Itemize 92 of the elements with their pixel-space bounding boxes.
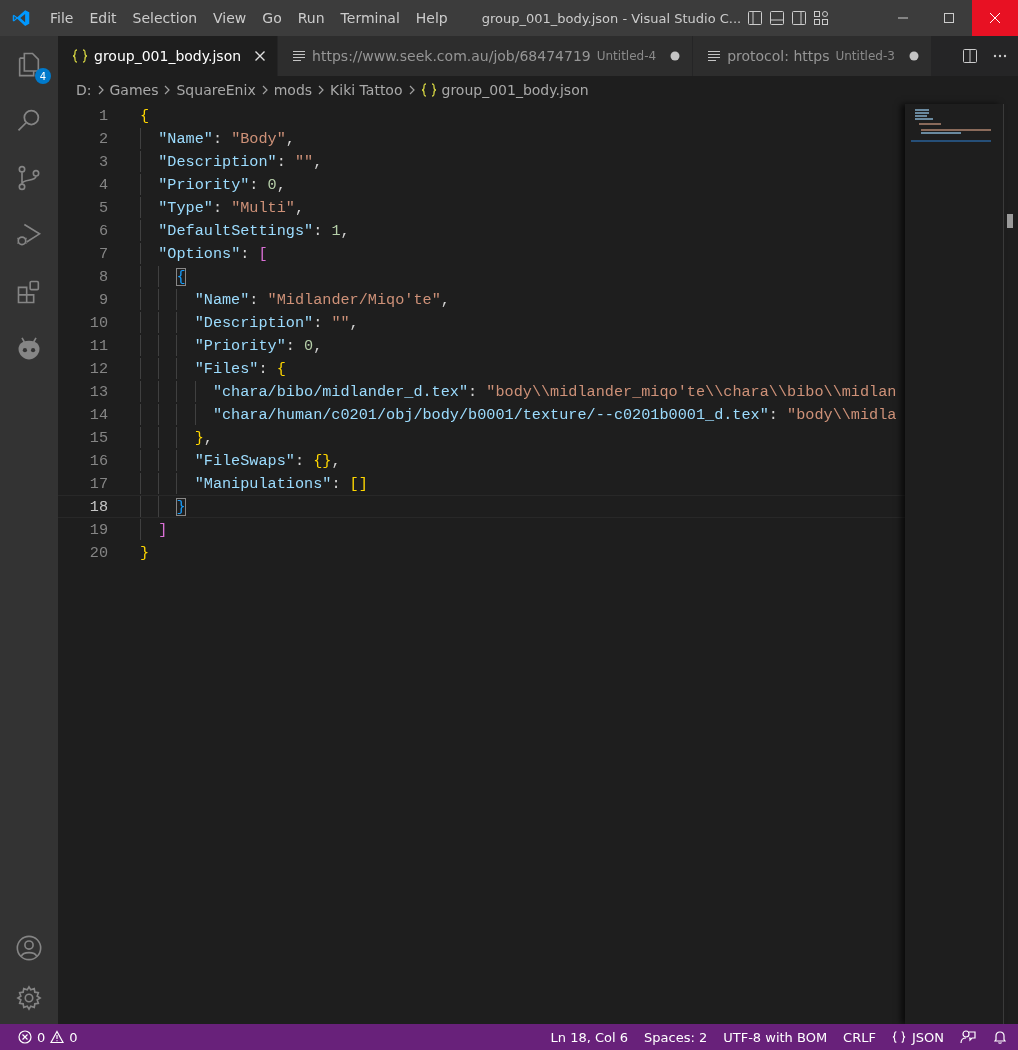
code-line: "Name": "Body", bbox=[158, 129, 295, 148]
code-line: "Files": { bbox=[194, 359, 286, 378]
code-line: { bbox=[140, 106, 150, 125]
code-line: "Description": "", bbox=[194, 313, 359, 332]
close-icon[interactable] bbox=[253, 49, 268, 63]
error-icon bbox=[18, 1030, 32, 1044]
breadcrumb-item[interactable]: Kiki Tattoo bbox=[330, 82, 403, 98]
menu-item[interactable]: Go bbox=[254, 10, 290, 26]
code-line: "DefaultSettings": 1, bbox=[158, 221, 350, 240]
line-number: 16 bbox=[88, 451, 108, 470]
maximize-icon bbox=[944, 13, 954, 23]
chevron-icon bbox=[260, 84, 269, 96]
code-line: { bbox=[176, 267, 186, 286]
line-number: 17 bbox=[88, 474, 108, 493]
account-icon[interactable] bbox=[15, 934, 43, 962]
line-number: 1 bbox=[97, 106, 108, 125]
line-number: 6 bbox=[97, 221, 108, 240]
line-number: 11 bbox=[88, 336, 108, 355]
line-number: 9 bbox=[97, 290, 108, 309]
line-number: 14 bbox=[88, 405, 108, 424]
code-line: } bbox=[140, 543, 150, 562]
code-line: "Description": "", bbox=[158, 152, 323, 171]
menu-item[interactable]: View bbox=[205, 10, 255, 26]
feedback-icon[interactable] bbox=[960, 1029, 976, 1045]
customize-layout-icon[interactable] bbox=[813, 10, 830, 26]
code-line: } bbox=[176, 497, 186, 516]
line-number: 4 bbox=[97, 175, 108, 194]
status-item[interactable]: Spaces: 2 bbox=[644, 1029, 708, 1045]
line-number: 3 bbox=[97, 152, 108, 171]
code-line: "Options": [ bbox=[158, 244, 268, 263]
line-number: 12 bbox=[88, 359, 108, 378]
code-line: "chara/human/c0201/obj/body/b0001/texture/--c0201b0001_d.tex": "body\\midla bbox=[212, 405, 897, 424]
json-braces-icon bbox=[891, 1030, 906, 1044]
chevron-icon bbox=[317, 84, 326, 96]
line-number: 7 bbox=[97, 244, 108, 263]
warning-icon bbox=[50, 1030, 65, 1044]
code-line: "FileSwaps": {}, bbox=[194, 451, 341, 470]
close-icon bbox=[990, 13, 1000, 23]
language-mode[interactable]: JSON bbox=[911, 1029, 944, 1045]
chevron-icon bbox=[407, 84, 416, 96]
breadcrumb-item[interactable]: D: bbox=[76, 82, 92, 98]
scrollbar-thumb[interactable] bbox=[1007, 214, 1013, 228]
json-file-icon bbox=[420, 83, 437, 97]
code-line: }, bbox=[194, 428, 213, 447]
warning-count[interactable]: 0 bbox=[69, 1029, 78, 1045]
toggle-secondary-sidebar-icon[interactable] bbox=[791, 10, 808, 26]
error-count[interactable]: 0 bbox=[37, 1029, 46, 1045]
breadcrumb-item[interactable]: mods bbox=[273, 82, 313, 98]
menu-item[interactable]: Terminal bbox=[332, 10, 408, 26]
code-line: "chara/bibo/midlander_d.tex": "body\\midlander_miqo'te\\chara\\bibo\\midlan bbox=[212, 382, 897, 401]
split-editor-icon[interactable] bbox=[962, 48, 978, 64]
menu-item[interactable]: Selection bbox=[124, 10, 206, 26]
text-file-icon bbox=[707, 50, 722, 62]
line-number: 19 bbox=[88, 520, 108, 539]
json-file-icon bbox=[72, 49, 88, 63]
code-line: "Priority": 0, bbox=[158, 175, 286, 194]
line-number: 20 bbox=[88, 543, 108, 562]
breadcrumb-item[interactable]: Games bbox=[109, 82, 159, 98]
app-logo-icon bbox=[12, 9, 30, 27]
menu-item[interactable]: Edit bbox=[81, 10, 125, 26]
line-number: 5 bbox=[97, 198, 108, 217]
status-item[interactable]: Ln 18, Col 6 bbox=[550, 1029, 629, 1045]
line-number: 13 bbox=[88, 382, 108, 401]
bell-icon[interactable] bbox=[992, 1029, 1008, 1045]
breadcrumb-item[interactable]: SquareEnix bbox=[176, 82, 256, 98]
chevron-icon bbox=[163, 84, 172, 96]
code-line: "Type": "Multi", bbox=[158, 198, 305, 217]
code-line: "Name": "Midlander/Miqo'te", bbox=[194, 290, 450, 309]
line-number: 8 bbox=[97, 267, 108, 286]
code-line: "Priority": 0, bbox=[194, 336, 323, 355]
status-item[interactable]: UTF-8 with BOM bbox=[723, 1029, 828, 1045]
menu-item[interactable]: File bbox=[42, 10, 82, 26]
line-number: 15 bbox=[88, 428, 108, 447]
window-title: group_001_body.json - Visual Studio C... bbox=[481, 10, 742, 26]
editor-tab[interactable]: group_001_body.json bbox=[58, 36, 279, 76]
editor-tab[interactable]: https://www.seek.com.au/job/68474719 Untitled-4 bbox=[278, 36, 694, 76]
toggle-sidebar-icon[interactable] bbox=[747, 10, 764, 26]
menu-item[interactable]: Run bbox=[289, 10, 333, 26]
menu-item[interactable]: Help bbox=[407, 10, 456, 26]
line-number: 2 bbox=[97, 129, 108, 148]
code-line: "Manipulations": [] bbox=[194, 474, 368, 493]
code-line: ] bbox=[158, 520, 168, 539]
notification-badge: 4 bbox=[35, 68, 51, 84]
toggle-panel-icon[interactable] bbox=[769, 10, 786, 26]
status-item[interactable]: CRLF bbox=[843, 1029, 876, 1045]
chevron-icon bbox=[96, 84, 105, 96]
breadcrumb-item[interactable]: group_001_body.json bbox=[441, 82, 589, 98]
settings-icon[interactable] bbox=[15, 984, 43, 1012]
editor-tab[interactable]: protocol: https Untitled-3 bbox=[693, 36, 932, 76]
text-file-icon bbox=[292, 50, 307, 62]
line-number: 18 bbox=[88, 497, 108, 516]
line-number: 10 bbox=[88, 313, 108, 332]
